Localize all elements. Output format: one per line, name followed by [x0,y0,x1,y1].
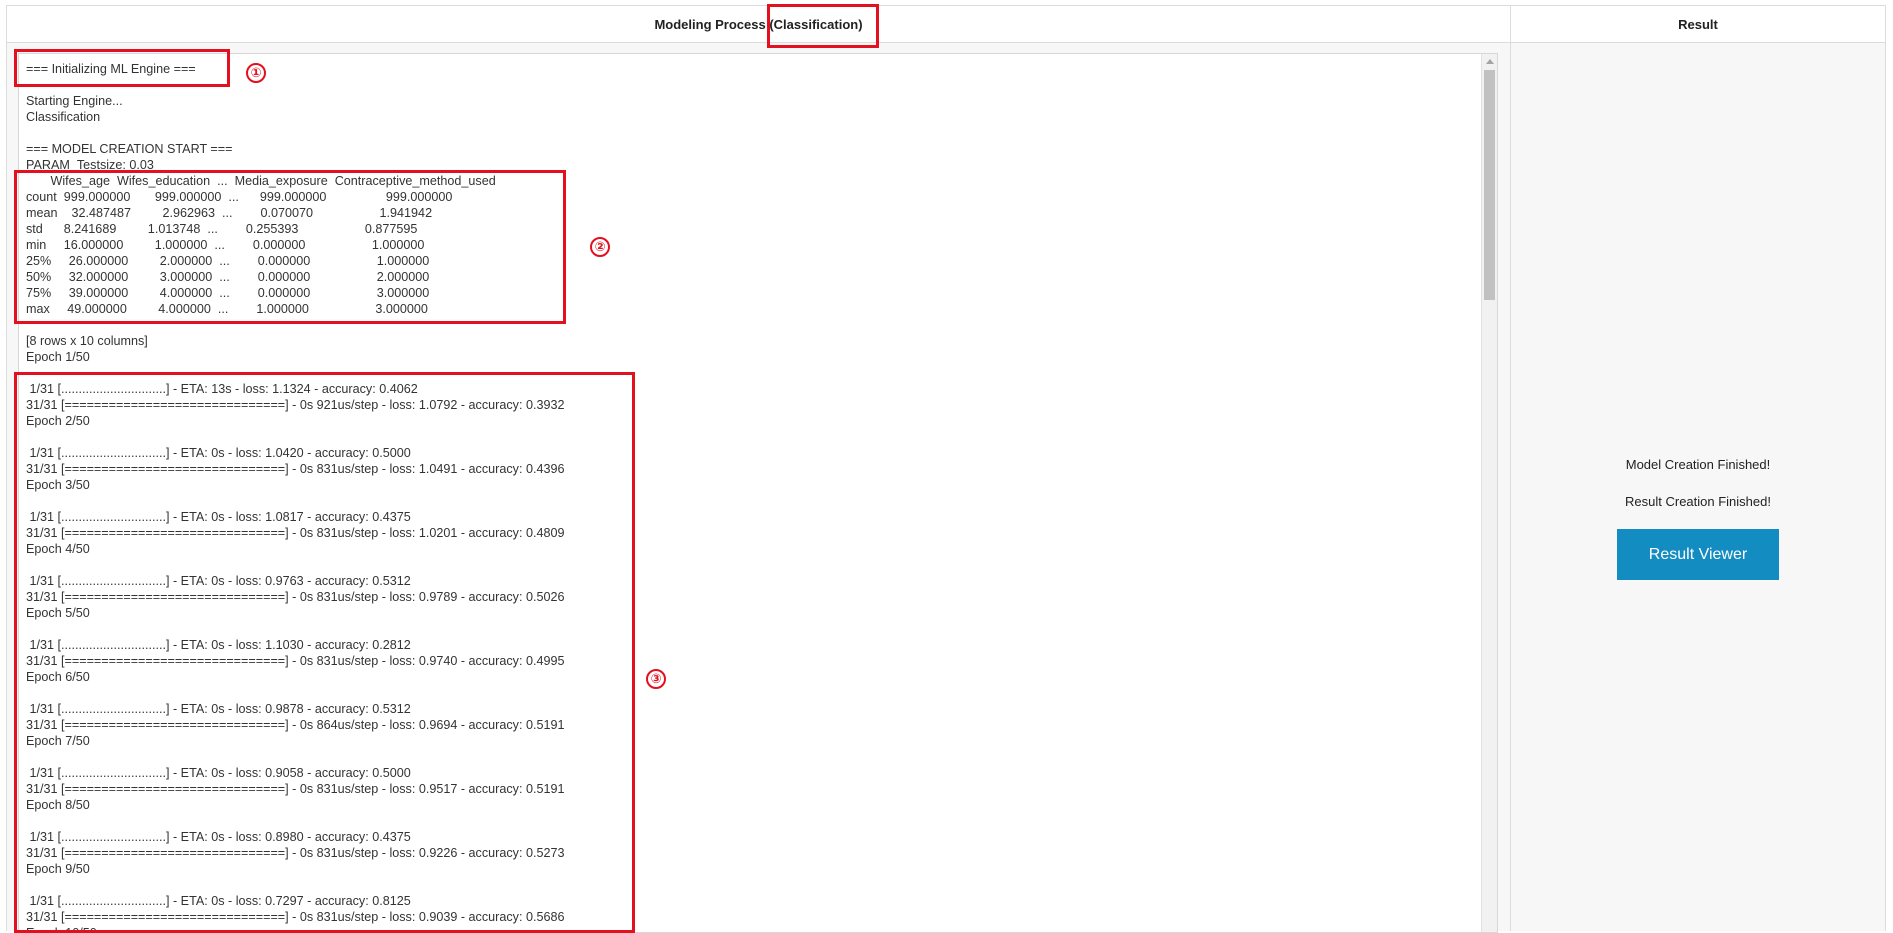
scroll-up-arrow-icon[interactable] [1486,59,1494,64]
annotation-box-stats [14,170,566,324]
modeling-panel-header: Modeling Process (Classification) [7,6,1510,43]
annotation-marker-3: ③ [646,669,666,689]
log-scrollbar[interactable] [1481,54,1497,932]
model-creation-message: Model Creation Finished! [1625,457,1771,472]
annotation-box-title [767,4,879,48]
scrollbar-thumb[interactable] [1484,70,1495,300]
annotation-marker-1: ① [246,63,266,83]
annotation-box-epochs [14,372,635,933]
result-panel-header: Result [1511,6,1885,43]
modeling-title-prefix: Modeling Process [654,16,770,32]
annotation-marker-2: ② [590,237,610,257]
result-panel [1511,43,1885,931]
result-viewer-button[interactable]: Result Viewer [1617,529,1779,580]
annotation-box-init [14,49,230,87]
result-title: Result [1678,16,1718,32]
result-creation-message: Result Creation Finished! [1625,494,1771,509]
